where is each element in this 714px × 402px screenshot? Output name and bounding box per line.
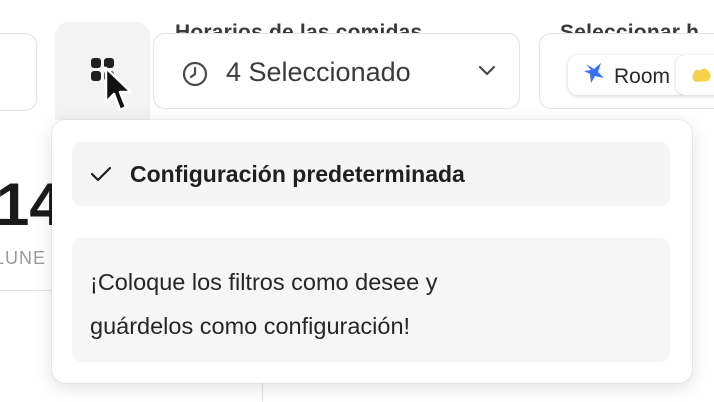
divider bbox=[262, 380, 263, 402]
layout-toggle-button[interactable] bbox=[55, 22, 150, 120]
clock-icon bbox=[182, 61, 208, 87]
room-chip-2[interactable] bbox=[676, 55, 714, 95]
room-chip-label: Room bbox=[614, 65, 671, 88]
day-label: LUNE bbox=[0, 248, 47, 268]
mouse-pointer-icon bbox=[104, 66, 133, 112]
save-filters-hint: ¡Coloque los filtros como desee y guárde… bbox=[72, 238, 670, 362]
check-icon bbox=[90, 166, 112, 182]
yellow-shape-icon bbox=[692, 68, 711, 82]
chevron-down-icon bbox=[478, 65, 496, 76]
hint-line: guárdelos como configuración! bbox=[90, 313, 411, 339]
room-chip[interactable]: Room bbox=[568, 55, 688, 95]
blue-star-icon bbox=[584, 63, 604, 83]
default-settings-option[interactable]: Configuración predeterminada bbox=[72, 142, 670, 206]
meal-times-select[interactable]: 4 Seleccionado bbox=[153, 33, 520, 109]
hint-line: ¡Coloque los filtros como desee y bbox=[90, 269, 438, 295]
meal-times-value: 4 Seleccionado bbox=[226, 57, 411, 87]
default-settings-label: Configuración predeterminada bbox=[130, 161, 465, 187]
room-select[interactable]: Room bbox=[539, 33, 714, 109]
partial-filter-input[interactable] bbox=[0, 33, 37, 111]
divider bbox=[0, 290, 60, 291]
saved-settings-popover: Configuración predeterminada ¡Coloque lo… bbox=[52, 120, 692, 383]
